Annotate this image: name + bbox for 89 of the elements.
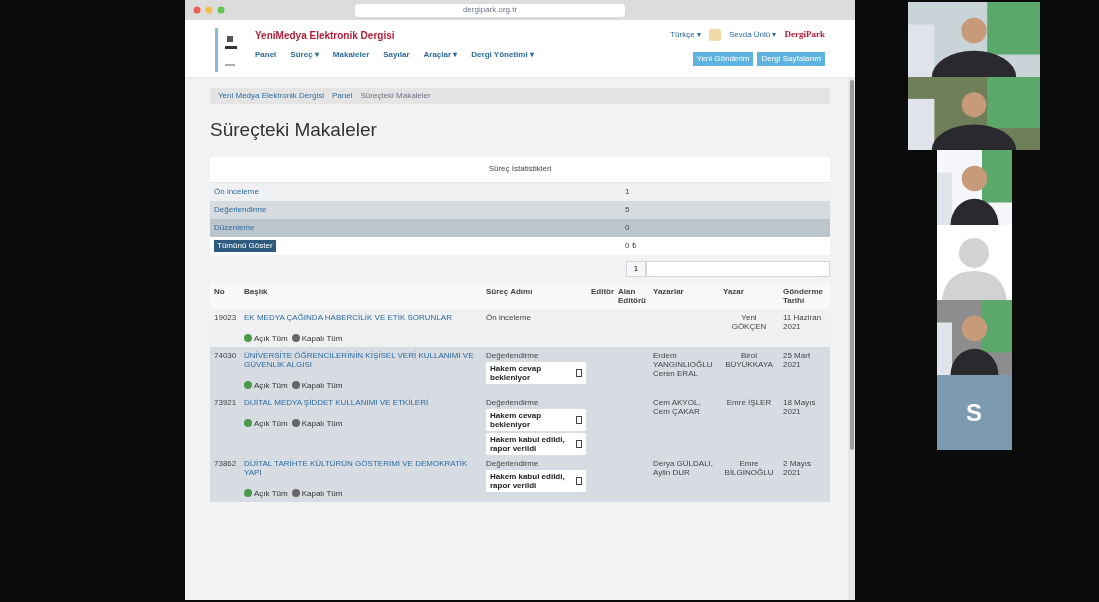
document-icon[interactable] [576,415,582,424]
scrollbar[interactable] [848,78,855,600]
plus-icon [244,489,252,497]
article-link[interactable]: DİJİTAL MEDYA ŞİDDET KULLANIMI VE ETKİLERİ [244,397,478,407]
plus-icon [244,419,252,427]
column-header: Yazarlar [652,286,685,296]
toggle-link[interactable]: Açık Tüm [254,488,288,498]
user-avatar-icon [708,28,721,41]
journal-title: YeniMedya Elektronik Dergisi [255,29,396,43]
table-cell-text: Yeni GÖKÇEN [730,312,768,331]
table-row[interactable]: 74030 ÜNİVERSİTE ÖĞRENCİLERİNİN KİŞİSEL VERİ KULLANIMI VE GÜVENLİK ALGISI Açık Tüm Kapalı Tüm Değerlendirme Hakem cevap bekleniyor Erdem YANGINLIOĞLU Ceren ERAL Birol BÜYÜKKAYA 25 Mart 2021 [210,346,830,394]
nav-link[interactable]: Araçlar ▾ [423,49,458,61]
status-link[interactable]: Değerlendirme [214,204,267,214]
column-header: Süreç Adımı [485,286,534,296]
article-link[interactable]: EK MEDYA ÇAĞINDA HABERCİLİK VE ETİK SORUNLAR [244,312,478,322]
toggle-link[interactable]: Açık Tüm [254,380,288,390]
user-menu[interactable]: Sevda Ünlü ▾ [728,28,777,41]
toggle-link[interactable]: Kapalı Tüm [301,333,343,343]
table-cell-text: 74030 [213,350,238,360]
document-icon[interactable] [576,476,582,485]
avatar-silhouette-icon [936,225,1012,300]
table-cell-text: Birol BÜYÜKKAYA [724,350,774,369]
platform-name: DergiPark [784,28,825,41]
table-cell-text: 18 Mayıs 2021 [782,397,817,416]
table-cell-text: Değerlendirme [486,350,540,360]
table-cell-text: 73862 [213,458,238,468]
search-field[interactable] [646,260,830,277]
nav-link[interactable]: Sayılar [383,49,410,61]
article-link[interactable]: ÜNİVERSİTE ÖĞRENCİLERİNİN KİŞİSEL VERİ KULLANIMI VE GÜVENLİK ALGISI [244,350,478,369]
breadcrumb-link[interactable]: Yeni Medya Elektronik Dergisi [218,90,324,102]
page-title: Süreçteki Makaleler [210,118,378,142]
breadcrumb-current: Süreçteki Makaleler [360,90,431,102]
show-all-button[interactable]: Tümünü Göster [214,239,276,252]
table-cell-text: Değerlendirme [486,458,540,468]
minus-icon [291,489,300,497]
table-cell-text: Ön inceleme [486,312,532,322]
table-cell-text: 11 Haziran 2021 [782,312,823,331]
toggle-link[interactable]: Kapalı Tüm [301,380,343,390]
nav-link[interactable]: Makaleler [332,49,370,61]
page-button[interactable]: 1 [626,260,646,277]
table-cell-text: 2 Mayıs 2021 [782,458,812,477]
table-heading: Süreç İstatistikleri [210,156,830,183]
participant-initial: S [966,397,982,428]
column-header: Editör [590,286,614,296]
plus-icon [244,334,252,342]
review-status: Hakem cevap bekleniyor [490,410,543,429]
table-cell: 5 [625,203,630,216]
column-header: Gönderme Tarihi [782,286,824,305]
table-cell-text: Derya GÜLDALI, Aylin DUR [652,458,715,477]
table-cell: 0 ₺ [625,239,637,252]
table-cell-text: 25 Mart 2021 [782,350,812,369]
status-link[interactable]: Düzenleme [214,222,255,232]
plus-icon [244,381,252,389]
toggle-link[interactable]: Kapalı Tüm [301,488,343,498]
table-cell-text: Emre İŞLER [725,397,773,407]
table-cell-text: Cem AKYOL, Cem ÇAKAR [652,397,702,416]
address-bar[interactable]: dergipark.org.tr [355,3,625,17]
toggle-link[interactable]: Açık Tüm [254,418,288,428]
document-icon[interactable] [576,439,582,448]
column-header: No [213,286,226,296]
review-status: Hakem cevap bekleniyor [490,363,543,382]
column-header: Yazar [722,286,745,296]
column-header: Alan Editörü [617,286,647,305]
minus-icon [291,419,300,427]
minus-icon [291,334,300,342]
table-cell-text: Erdem YANGINLIOĞLU Ceren ERAL [652,350,714,378]
nav-link[interactable]: Dergi Yönetimi ▾ [471,49,534,61]
review-status: Hakem kabul edildi, rapor verildi [490,434,566,453]
nav-link[interactable]: Süreç ▾ [290,49,319,61]
column-header: Başlık [243,286,269,296]
table-cell-text: 19023 [213,312,238,322]
document-icon[interactable] [576,368,582,377]
language-menu[interactable]: Türkçe ▾ [670,28,701,41]
status-link[interactable]: Ön inceleme [214,186,259,196]
table-row[interactable]: 73862 DİJİTAL TARİHTE KÜLTÜRÜN GÖSTERİMİ VE DEMOKRATİK YAPI Açık Tüm Kapalı Tüm Değerlendirme Hakem kabul edildi, rapor verildi Derya GÜLDALI, Aylin DUR Emre BİLGİNOĞLU 2 Mayıs 2021 [210,454,830,502]
table-row[interactable]: 73921 DİJİTAL MEDYA ŞİDDET KULLANIMI VE ETKİLERİ Açık Tüm Kapalı Tüm Değerlendirme Hakem cevap bekleniyor Hakem kabul edildi, rapor verildi Cem AKYOL, Cem ÇAKAR Emre İŞLER 18 Mayıs 2021 [210,393,830,455]
toggle-link[interactable]: Açık Tüm [254,333,288,343]
table-cell: 1 [625,185,630,198]
review-status: Hakem kabul edildi, rapor verildi [490,471,566,490]
article-link[interactable]: DİJİTAL TARİHTE KÜLTÜRÜN GÖSTERİMİ VE DEMOKRATİK YAPI [244,458,478,477]
table-cell-text: Emre BİLGİNOĞLU [723,458,775,477]
table-cell-text: 73921 [213,397,238,407]
table-cell-text: Değerlendirme [486,397,540,407]
breadcrumb-link[interactable]: Panel [332,90,353,102]
nav-link[interactable]: Panel [255,49,277,61]
table-row[interactable]: 19023 EK MEDYA ÇAĞINDA HABERCİLİK VE ETİK SORUNLAR Açık Tüm Kapalı Tüm Ön inceleme Yeni GÖKÇEN 11 Haziran 2021 [210,308,830,347]
table-cell: 0 [625,221,630,234]
minus-icon [291,381,300,389]
toggle-link[interactable]: Kapalı Tüm [301,418,343,428]
